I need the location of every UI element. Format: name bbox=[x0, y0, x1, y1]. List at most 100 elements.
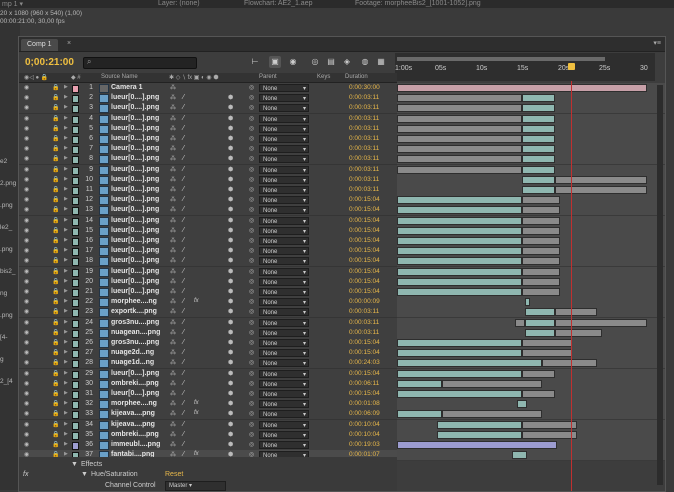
quality-switch-icon[interactable]: ⁄ bbox=[183, 125, 184, 132]
layer-duration-bar[interactable] bbox=[442, 410, 542, 419]
layer-duration-bar[interactable] bbox=[397, 441, 557, 449]
layer-duration-bar[interactable] bbox=[522, 206, 560, 215]
3d-layer-icon[interactable]: ⬢ bbox=[228, 104, 233, 111]
layer-name[interactable]: nuagean....png bbox=[111, 329, 160, 336]
label-color-swatch[interactable] bbox=[72, 421, 79, 430]
label-color-swatch[interactable] bbox=[72, 401, 79, 410]
pickwhip-icon[interactable]: ◎ bbox=[249, 206, 254, 213]
layer-duration-bar[interactable] bbox=[437, 420, 522, 429]
layer-row[interactable]: ◉ 🔒 ▶ 10 lueur[0....].png ⁂ ⁄ ⬢ ◎ None ▾ 0:00:03:11 bbox=[19, 174, 665, 186]
3d-layer-icon[interactable]: ⬢ bbox=[228, 380, 233, 387]
3d-layer-icon[interactable]: ⬢ bbox=[228, 247, 233, 254]
label-color-swatch[interactable] bbox=[72, 217, 79, 226]
parent-select[interactable]: None ▾ bbox=[259, 124, 309, 133]
layer-duration-bar[interactable] bbox=[397, 390, 522, 398]
project-item[interactable]: [4- bbox=[0, 334, 8, 341]
layer-duration[interactable]: 0:00:10:04 bbox=[349, 431, 380, 438]
pickwhip-icon[interactable]: ◎ bbox=[249, 155, 254, 162]
quality-switch-icon[interactable]: ⁄ bbox=[183, 135, 184, 142]
3d-layer-icon[interactable]: ⬢ bbox=[228, 298, 233, 305]
layer-row[interactable]: ◉ 🔒 ▶ 14 lueur[0....].png ⁂ ⁄ ⬢ ◎ None ▾ 0:00:15:04 bbox=[19, 215, 665, 227]
parent-select[interactable]: None ▾ bbox=[259, 430, 309, 439]
twirl-icon[interactable]: ▶ bbox=[64, 257, 68, 263]
layer-duration-bar[interactable] bbox=[397, 339, 522, 347]
layer-duration-bar[interactable] bbox=[522, 339, 572, 347]
layer-duration-bar[interactable] bbox=[554, 318, 647, 327]
pickwhip-icon[interactable]: ◎ bbox=[249, 339, 254, 346]
quality-switch-icon[interactable]: ⁄ bbox=[183, 94, 184, 101]
lock-icon[interactable]: 🔒 bbox=[52, 155, 59, 162]
eye-icon[interactable]: ◉ bbox=[24, 380, 30, 387]
layer-duration-bar[interactable] bbox=[397, 288, 522, 296]
pickwhip-icon[interactable]: ◎ bbox=[249, 349, 254, 356]
layer-duration-bar[interactable] bbox=[512, 451, 527, 460]
project-item[interactable]: ng bbox=[0, 290, 7, 297]
3d-layer-icon[interactable]: ⬢ bbox=[228, 206, 233, 213]
twirl-icon[interactable]: ▶ bbox=[64, 155, 68, 161]
twirl-icon[interactable]: ▶ bbox=[64, 166, 68, 172]
time-ruler[interactable]: 1:00s 05s 10s 15s 20s 25s 30 bbox=[395, 53, 655, 81]
twirl-icon[interactable]: ▶ bbox=[64, 206, 68, 212]
layer-duration[interactable]: 0:00:03:11 bbox=[349, 135, 379, 142]
3d-layer-icon[interactable]: ⬢ bbox=[228, 135, 233, 142]
layer-name[interactable]: lueur[0....].png bbox=[111, 217, 159, 224]
lock-icon[interactable]: 🔒 bbox=[52, 268, 59, 275]
layer-name[interactable]: lueur[0....].png bbox=[111, 94, 159, 101]
quality-switch-icon[interactable]: ⁄ bbox=[183, 206, 184, 213]
quality-switch-icon[interactable]: ⁄ bbox=[183, 145, 184, 152]
eye-icon[interactable]: ◉ bbox=[24, 400, 30, 407]
pickwhip-icon[interactable]: ◎ bbox=[249, 237, 254, 244]
render-icon[interactable]: ▦ bbox=[375, 56, 387, 68]
parent-select[interactable]: None ▾ bbox=[259, 339, 309, 347]
layer-duration-bar[interactable] bbox=[522, 288, 560, 296]
layer-row[interactable]: ◉ 🔒 ▶ 36 immeubl....png ⁂ ⁄ ⬢ ◎ None ▾ 0:00:19:03 bbox=[19, 440, 665, 451]
quality-switch-icon[interactable]: ⁄ bbox=[183, 400, 184, 407]
layer-duration[interactable]: 0:00:03:11 bbox=[349, 329, 379, 336]
layer-duration[interactable]: 0:00:03:11 bbox=[349, 104, 379, 111]
quality-switch-icon[interactable]: ⁄ bbox=[183, 104, 184, 111]
flowchart-tab[interactable]: Flowchart: AE2_1.aep bbox=[244, 0, 313, 7]
lock-icon[interactable]: 🔒 bbox=[52, 380, 59, 387]
twirl-icon[interactable]: ▶ bbox=[64, 278, 68, 284]
lock-icon[interactable]: 🔒 bbox=[52, 359, 59, 366]
layer-duration-bar[interactable] bbox=[522, 186, 555, 194]
layer-duration[interactable]: 0:00:03:11 bbox=[349, 176, 379, 183]
label-color-swatch[interactable] bbox=[72, 146, 79, 155]
shy-switch-icon[interactable]: ⁂ bbox=[170, 196, 176, 203]
eye-icon[interactable]: ◉ bbox=[24, 104, 30, 111]
twirl-icon[interactable]: ▶ bbox=[64, 380, 68, 386]
layer-duration-bar[interactable] bbox=[437, 430, 522, 439]
twirl-icon[interactable]: ▶ bbox=[64, 268, 68, 274]
layer-duration-bar[interactable] bbox=[554, 308, 597, 317]
layer-name[interactable]: lueur[0....].png bbox=[111, 186, 159, 193]
layer-duration-bar[interactable] bbox=[397, 379, 442, 388]
layer-name[interactable]: kijeava....png bbox=[111, 410, 155, 417]
3d-layer-icon[interactable]: ⬢ bbox=[228, 278, 233, 285]
current-time-display[interactable]: 0;00:21:00 bbox=[25, 57, 74, 68]
label-color-swatch[interactable] bbox=[72, 360, 79, 369]
pickwhip-icon[interactable]: ◎ bbox=[249, 84, 254, 91]
reset-button[interactable]: Reset bbox=[165, 471, 183, 478]
label-color-swatch[interactable] bbox=[72, 350, 79, 359]
layer-duration-bar[interactable] bbox=[522, 155, 555, 164]
lock-icon[interactable]: 🔒 bbox=[52, 288, 59, 295]
layer-duration-bar[interactable] bbox=[522, 124, 555, 133]
layer-row[interactable]: ◉ 🔒 ▶ 34 kijeava....png ⁂ ⁄ ⬢ ◎ None ▾ 0:00:10:04 bbox=[19, 419, 665, 431]
layer-duration[interactable]: 0:00:15:04 bbox=[349, 349, 380, 356]
lock-icon[interactable]: 🔒 bbox=[52, 278, 59, 285]
parent-select[interactable]: None ▾ bbox=[259, 206, 309, 215]
layer-row[interactable]: ◉ 🔒 ▶ 6 lueur[0....].png ⁂ ⁄ ⬢ ◎ None ▾ 0:00:03:11 bbox=[19, 134, 665, 145]
shy-switch-icon[interactable]: ⁂ bbox=[170, 217, 176, 224]
layer-duration-bar[interactable] bbox=[397, 104, 522, 113]
quality-switch-icon[interactable]: ⁄ bbox=[183, 319, 184, 326]
lock-icon[interactable]: 🔒 bbox=[52, 217, 59, 224]
pickwhip-icon[interactable]: ◎ bbox=[249, 400, 254, 407]
parent-select[interactable]: None ▾ bbox=[259, 441, 309, 449]
layer-duration-bar[interactable] bbox=[397, 155, 522, 164]
layer-name[interactable]: Camera 1 bbox=[111, 84, 143, 91]
twirl-icon[interactable]: ▶ bbox=[64, 370, 68, 376]
eye-icon[interactable]: ◉ bbox=[24, 441, 30, 448]
parent-select[interactable]: None ▾ bbox=[259, 216, 309, 225]
lock-icon[interactable]: 🔒 bbox=[52, 349, 59, 356]
pickwhip-icon[interactable]: ◎ bbox=[249, 135, 254, 142]
